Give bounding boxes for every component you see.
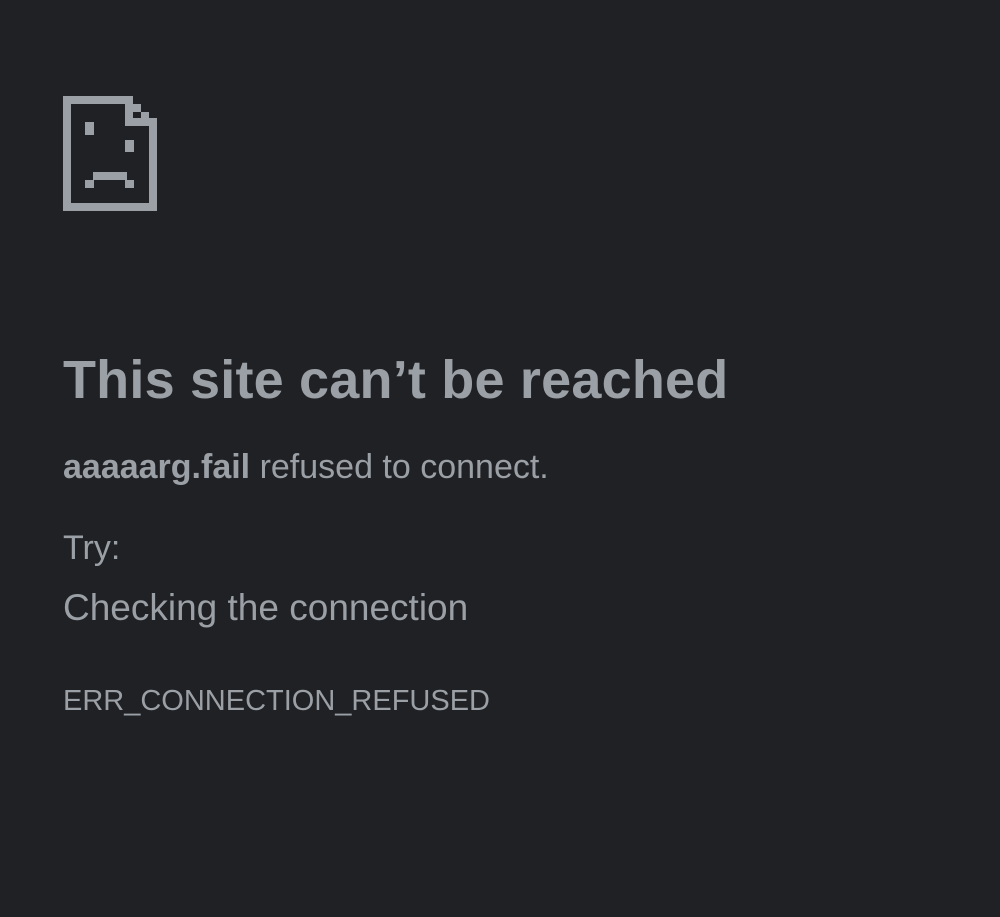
try-label: Try:	[63, 529, 121, 567]
summary-message: refused to connect.	[250, 448, 549, 486]
sad-page-icon	[63, 96, 157, 211]
suggestion-list: Checking the connection	[63, 585, 963, 631]
page-title: This site can’t be reached	[63, 350, 729, 410]
suggestion-item: Checking the connection	[63, 587, 469, 628]
host-name: aaaaarg.fail	[63, 448, 251, 486]
error-code: ERR_CONNECTION_REFUSED	[63, 685, 490, 717]
main-message: This site can’t be reached aaaaarg.fail …	[63, 340, 963, 719]
error-summary: aaaaarg.fail refused to connect.	[63, 446, 963, 488]
